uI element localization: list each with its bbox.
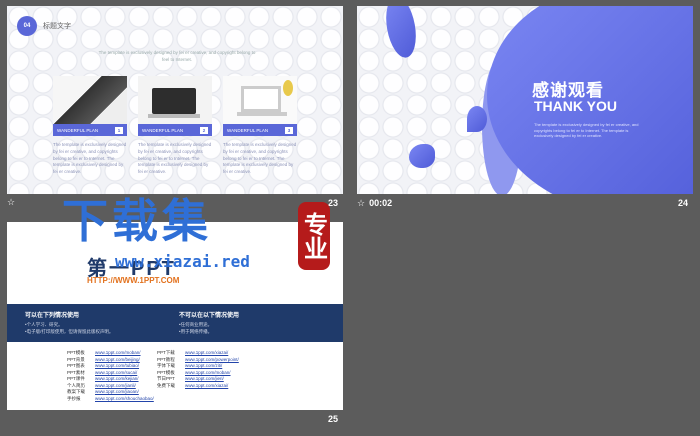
slide-thumbnail-23[interactable]: 04 标题文字 The template is exclusively desi…	[7, 6, 343, 194]
link-list-right: PPT下载 www.1ppt.com/xiazai/ PPT教程 www.1ppt.…	[157, 350, 239, 389]
feature-card: WANDERFUL PLAN 1 The template is exclusiv…	[53, 76, 127, 176]
slide-meta-24: ☆ 00:02	[357, 198, 392, 208]
slide-number: 24	[678, 198, 689, 208]
link-list-left: PPT模板 www.1ppt.com/moban/ PPT背景 www.1ppt.c…	[67, 350, 154, 402]
card-text: The template is exclusively designed by …	[53, 142, 127, 174]
usage-info-band: 可以在下列情况使用 •个人学习、研究。 •电子版/打印版使用，但请保留此版权声明…	[7, 304, 343, 342]
card-text: The template is exclusively designed by …	[223, 142, 297, 174]
decorative-drop	[409, 144, 435, 168]
thank-you-title: THANK YOU	[534, 98, 617, 114]
decorative-drop	[381, 6, 421, 60]
card-caption: WANDERFUL PLAN 1	[53, 124, 127, 136]
slide-meta-23: ☆	[7, 198, 15, 207]
watermark-url: www.xiazai.red	[115, 252, 250, 271]
star-icon[interactable]: ☆	[357, 198, 365, 208]
slide-title: 标题文字	[43, 23, 71, 30]
laptop-photo-image	[138, 76, 212, 124]
slide-subtitle: The template is exclusively designed by …	[98, 50, 256, 62]
disallowed-usage: 不可以在以下情况使用 •任何商业用途。 •用于网络传播。	[179, 313, 240, 334]
thank-you-text: The template is exclusively designed by …	[534, 122, 639, 139]
star-icon[interactable]: ☆	[7, 198, 15, 207]
allowed-usage: 可以在下列情况使用 •个人学习、研究。 •电子版/打印版使用，但请保留此版权声明…	[25, 313, 114, 334]
laptop-desk-photo-image	[223, 76, 297, 124]
feature-card: WANDERFUL PLAN 2 The template is exclusiv…	[138, 76, 212, 176]
watermark-text: 下载集	[62, 194, 212, 248]
card-text: The template is exclusively designed by …	[138, 142, 212, 174]
decorative-drop	[467, 106, 487, 132]
list-item: 免费下载 www.1ppt.com/xiazai/	[157, 382, 229, 388]
section-badge: 04	[17, 16, 37, 36]
slide-number: 25	[328, 414, 339, 424]
keyboard-photo-image	[53, 76, 127, 124]
card-caption: WANDERFUL PLAN 3	[223, 124, 297, 136]
list-item: 手抄报 www.1ppt.com/shouchaobao/	[67, 395, 154, 401]
transition-time: 00:02	[369, 198, 393, 208]
watermark-seal: 专业	[298, 202, 330, 270]
slide-thumbnail-24[interactable]: 感谢观看 THANK YOU The template is exclusive…	[357, 6, 693, 194]
feature-card: WANDERFUL PLAN 3 The template is exclusiv…	[223, 76, 297, 176]
site-url: HTTP://WWW.1PPT.COM	[87, 276, 180, 285]
card-caption: WANDERFUL PLAN 2	[138, 124, 212, 136]
